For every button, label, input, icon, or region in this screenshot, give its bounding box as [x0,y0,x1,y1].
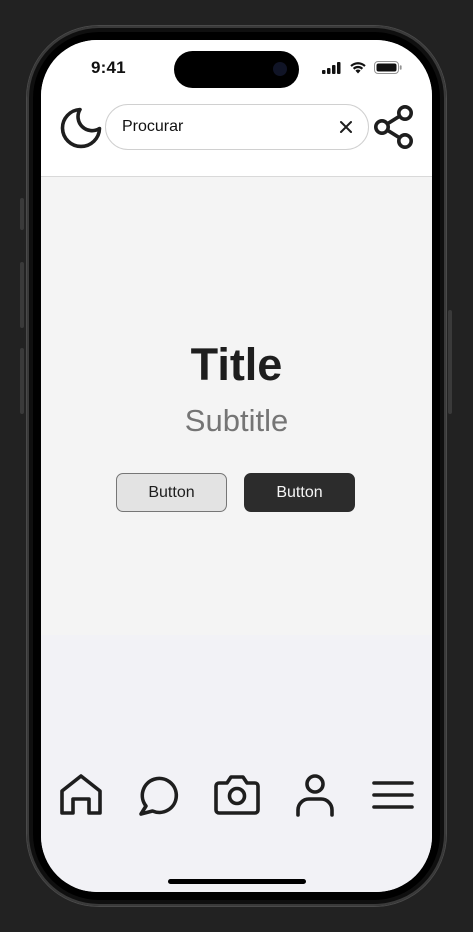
phone-screen: 9:41 Procurar Title Subtitle Button Butt… [41,40,432,892]
home-icon [60,774,102,815]
dynamic-island [174,51,299,88]
search-bar[interactable] [105,104,369,150]
moon-icon [60,107,102,149]
volume-down-button [20,348,24,414]
wifi-icon [349,61,367,79]
menu-icon [372,781,414,809]
nav-item-home[interactable] [57,771,105,819]
secondary-button[interactable]: Button [116,473,227,512]
status-time: 9:41 [91,58,126,77]
status-icons [322,61,402,79]
theme-toggle-button[interactable] [59,106,103,150]
nav-item-camera[interactable] [213,771,261,819]
primary-button[interactable]: Button [244,473,355,512]
nav-item-chat[interactable] [135,771,183,819]
bottom-navigation [41,635,432,892]
signal-icon [322,61,342,79]
share-button[interactable] [371,104,415,150]
clear-search-button[interactable] [336,117,356,137]
status-bar: 9:41 [41,40,432,94]
share-icon [374,105,413,149]
camera-icon [214,775,260,815]
nav-item-profile[interactable] [291,771,339,819]
home-indicator[interactable] [168,879,306,884]
chat-icon [139,776,179,816]
user-icon [296,774,334,817]
device-stage: 9:41 Procurar Title Subtitle Button Butt… [0,0,473,932]
main-content: Title Subtitle Button Button [41,177,432,635]
battery-icon [374,61,402,79]
power-button [448,310,452,414]
front-camera [273,62,287,76]
page-title: Title [190,339,283,390]
action-button [20,198,24,230]
search-input[interactable] [122,105,322,149]
app-header [41,94,432,177]
page-subtitle: Subtitle [184,403,289,438]
volume-up-button [20,262,24,328]
nav-item-menu[interactable] [369,771,417,819]
close-icon [340,121,352,133]
